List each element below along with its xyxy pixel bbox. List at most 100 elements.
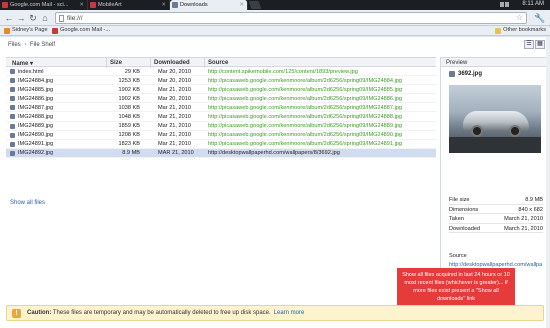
breadcrumb: Files › File Shelf — [8, 42, 55, 48]
file-source-link[interactable]: http://content.spikemobile.com/125/conte… — [208, 69, 358, 75]
file-date: Mar 21, 2010 — [158, 113, 191, 120]
file-date: MAR 21, 2010 — [158, 150, 194, 157]
bookmark-sidneys-page[interactable]: Sidney's Page — [4, 27, 48, 34]
table-row[interactable]: IMG24892.jpg 8.9 MB MAR 21, 2010 http://des… — [6, 148, 436, 158]
blogger-icon — [4, 28, 10, 34]
tab-label: Downloads — [180, 2, 208, 8]
tab-downloads[interactable]: Downloads ✕ — [170, 0, 248, 10]
other-bookmarks[interactable]: Other bookmarks — [495, 27, 546, 34]
tab-label: Google.com Mail - sci... — [10, 2, 69, 8]
bookmarks-bar: Sidney's Page Google.com Mail -... Other… — [0, 26, 550, 36]
file-name: IMG24887.jpg — [18, 104, 54, 111]
column-size[interactable]: Size — [110, 60, 122, 66]
file-source-link[interactable]: http://picasaweb.google.com/kenmoore/alb… — [208, 132, 402, 138]
column-name[interactable]: Name ▾ — [12, 60, 33, 67]
close-icon[interactable]: ✕ — [79, 2, 84, 8]
file-date: Mar 21, 2010 — [158, 132, 191, 139]
preview-filename-text: 3692.jpg — [458, 71, 483, 77]
file-icon — [10, 123, 15, 129]
table-row[interactable]: IMG24891.jpg 1823 KB Mar 21, 2010 http://pi… — [6, 140, 436, 149]
wrench-menu-icon[interactable]: 🔧 — [534, 13, 545, 23]
file-size: 1859 KB — [118, 123, 140, 130]
file-source-link[interactable]: http://picasaweb.google.com/kenmoore/alb… — [208, 123, 402, 129]
image-file-icon — [449, 71, 455, 77]
table-row[interactable]: IMG24887.jpg 1038 KB Mar 21, 2010 http://pi… — [6, 103, 436, 113]
bookmark-google-mail[interactable]: Google.com Mail -... — [52, 27, 110, 34]
learn-more-link[interactable]: Learn more — [274, 310, 305, 316]
breadcrumb-files[interactable]: Files — [8, 42, 21, 48]
source-label: Source — [449, 253, 467, 259]
file-source-link[interactable]: http://picasaweb.google.com/kenmoore/alb… — [208, 105, 402, 111]
file-source-link[interactable]: http://desktopwallpaperhd.com/wallpapers… — [208, 150, 340, 156]
file-name: IMG24892.jpg — [18, 150, 54, 157]
file-name: IMG24888.jpg — [18, 113, 54, 120]
reload-icon[interactable]: ↻ — [28, 13, 38, 23]
preview-pane: Preview 3692.jpg File size 8.9 MB Dimensi… — [440, 57, 550, 287]
file-name: IMG24891.jpg — [18, 141, 54, 148]
file-icon — [10, 78, 15, 84]
file-name: IMG24885.jpg — [18, 86, 54, 93]
file-size: 1038 KB — [118, 104, 140, 111]
table-row[interactable]: IMG24885.jpg 1902 KB Mar 21, 2010 http://pi… — [6, 85, 436, 95]
home-icon[interactable]: ⌂ — [40, 13, 50, 23]
file-icon — [10, 114, 15, 120]
file-date: Mar 20, 2010 — [158, 68, 191, 75]
breadcrumb-separator: › — [24, 42, 27, 48]
file-date: Mar 20, 2010 — [158, 95, 191, 102]
table-row[interactable]: IMG24886.jpg 1902 KB Mar 20, 2010 http://pi… — [6, 94, 436, 104]
view-toggle: ☰ ▦ — [523, 40, 545, 49]
back-arrow-icon[interactable]: ← — [4, 13, 14, 23]
file-icon — [10, 105, 15, 111]
close-icon[interactable]: ✕ — [161, 2, 166, 8]
forward-arrow-icon[interactable]: → — [16, 13, 26, 23]
column-source[interactable]: Source — [208, 60, 228, 66]
new-tab-button[interactable] — [248, 1, 262, 9]
file-icon — [10, 87, 15, 93]
tab-strip: Google.com Mail - sci... ✕ MobileArt ✕ D… — [0, 0, 550, 10]
preview-metadata: File size 8.9 MB Dimensions 840 x 682 Take… — [449, 195, 543, 233]
tab-label: MobileArt — [98, 2, 122, 8]
downloads-favicon-icon — [172, 2, 178, 8]
file-source-link[interactable]: http://picasaweb.google.com/kenmoore/alb… — [208, 141, 402, 147]
table-row[interactable]: index.html 29 KB Mar 20, 2010 http://conten… — [6, 67, 436, 77]
file-name: IMG24889.jpg — [18, 123, 54, 130]
preview-thumbnail[interactable] — [449, 85, 541, 153]
bookmark-star-icon[interactable]: ☆ — [516, 13, 523, 22]
file-icon — [10, 132, 15, 138]
grid-view-icon[interactable]: ▦ — [535, 40, 545, 49]
file-size: 1208 KB — [118, 132, 140, 139]
column-downloaded[interactable]: Downloaded — [154, 60, 190, 66]
table-header: Name ▾ Size Downloaded Source — [6, 57, 436, 68]
toolbar: ← → ↻ ⌂ ☆ 🔧 — [0, 10, 550, 26]
tab-gmail[interactable]: Google.com Mail - sci... ✕ — [0, 0, 88, 10]
file-table: Name ▾ Size Downloaded Source index.html… — [6, 57, 436, 158]
meta-row: File size 8.9 MB — [449, 197, 543, 205]
file-date: Mar 21, 2010 — [158, 141, 191, 148]
table-row[interactable]: IMG24890.jpg 1208 KB Mar 21, 2010 http://pi… — [6, 131, 436, 140]
close-icon[interactable]: ✕ — [239, 2, 244, 8]
gmail-favicon-icon — [2, 2, 8, 8]
file-date: Mar 21, 2010 — [158, 104, 191, 111]
file-size: 1253 KB — [118, 77, 140, 84]
file-source-link[interactable]: http://picasaweb.google.com/kenmoore/alb… — [208, 87, 402, 93]
file-size: 1823 KB — [118, 141, 140, 148]
show-all-files-link[interactable]: Show all files — [10, 200, 45, 206]
other-bookmarks-label: Other bookmarks — [503, 27, 546, 33]
table-row[interactable]: IMG24888.jpg 1048 KB Mar 21, 2010 http://pi… — [6, 112, 436, 122]
file-size: 29 KB — [124, 68, 140, 75]
file-source-link[interactable]: http://picasaweb.google.com/kenmoore/alb… — [208, 96, 402, 102]
table-row[interactable]: IMG24884.jpg 1253 KB Mar 20, 2010 http://pi… — [6, 76, 436, 86]
file-date: Mar 21, 2010 — [158, 123, 191, 130]
table-row[interactable]: IMG24889.jpg 1859 KB Mar 21, 2010 http://pi… — [6, 122, 436, 131]
url-input[interactable] — [67, 14, 507, 23]
scrollbar[interactable] — [546, 37, 550, 328]
address-bar[interactable]: ☆ — [55, 12, 527, 24]
file-source-link[interactable]: http://picasaweb.google.com/kenmoore/alb… — [208, 114, 402, 120]
page-icon — [59, 15, 64, 22]
list-view-icon[interactable]: ☰ — [524, 40, 534, 49]
gmail-icon — [52, 28, 58, 34]
breadcrumb-file-shelf: File Shelf — [30, 42, 56, 48]
tab-mobileart[interactable]: MobileArt ✕ — [88, 0, 170, 10]
meta-row: Downloaded March 21, 2010 — [449, 225, 543, 233]
file-source-link[interactable]: http://picasaweb.google.com/kenmoore/alb… — [208, 78, 402, 84]
